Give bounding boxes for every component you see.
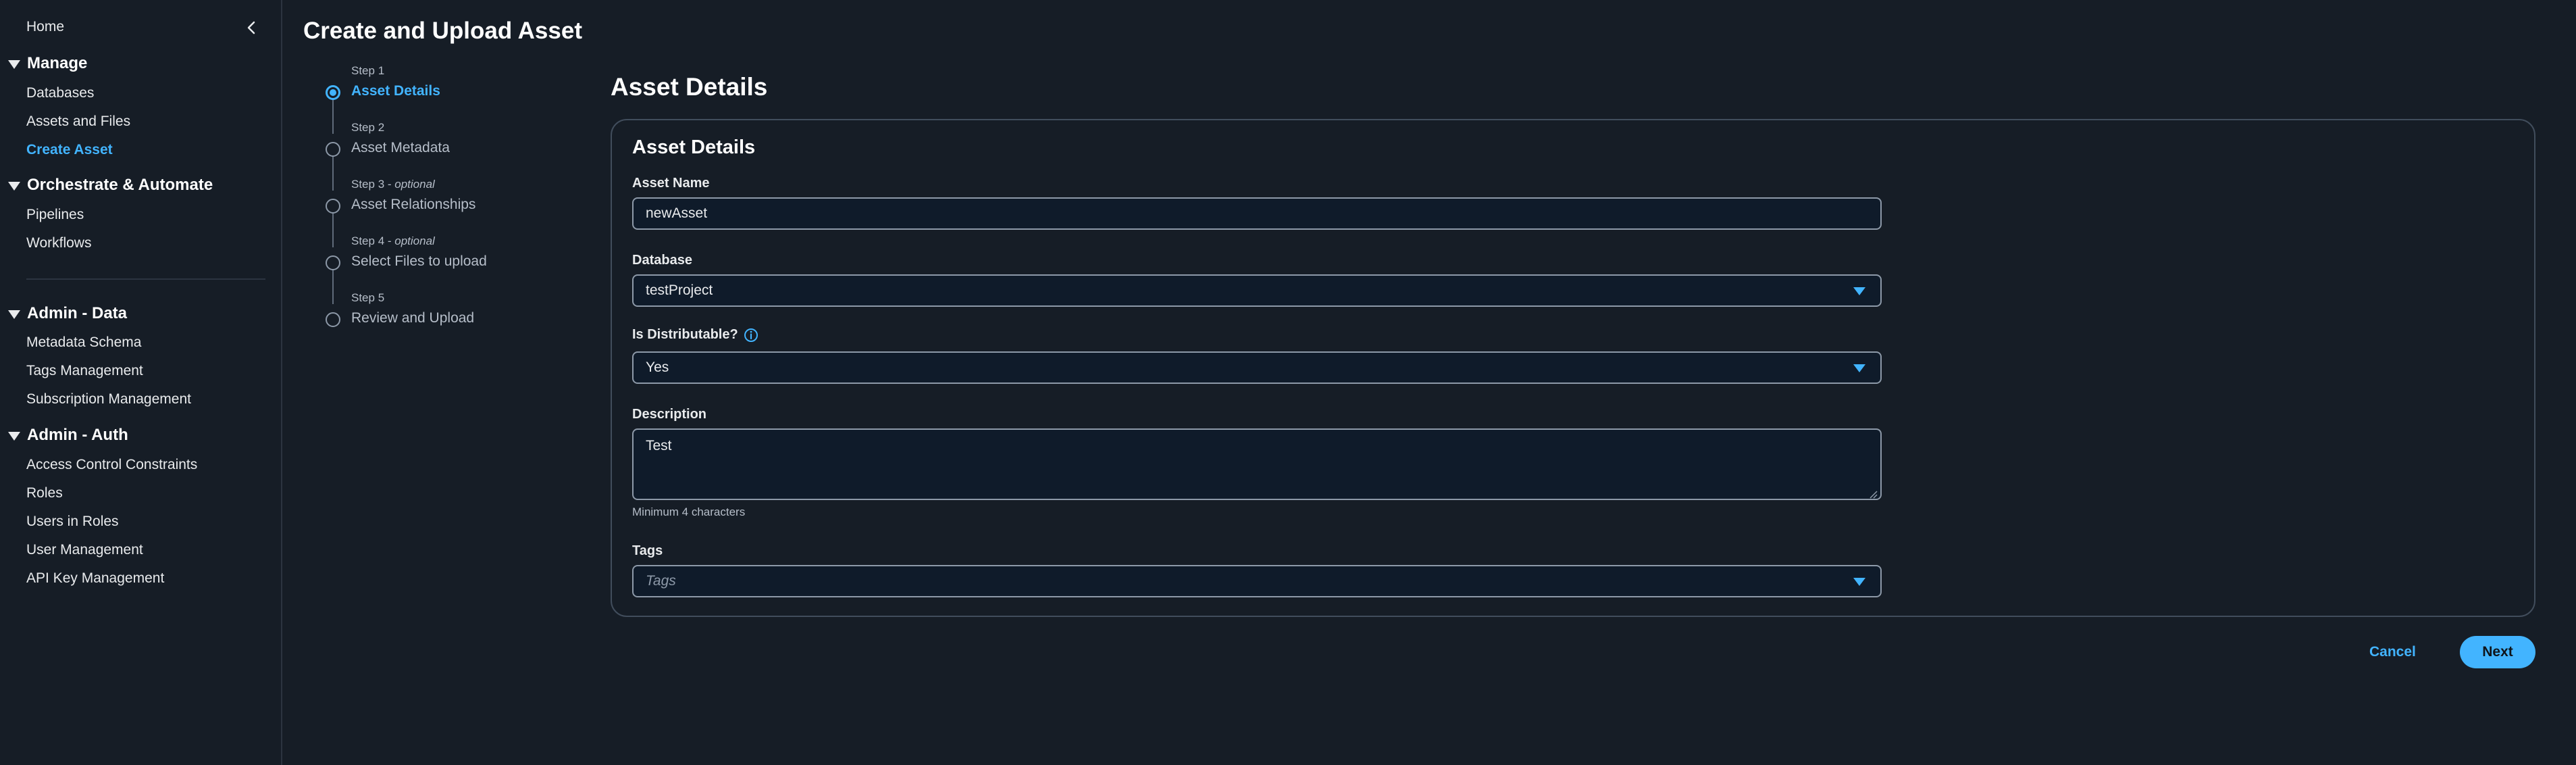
step-2-label[interactable]: Asset Metadata [351, 140, 450, 156]
next-button[interactable]: Next [2460, 636, 2535, 668]
sidebar-section-manage[interactable]: Manage [8, 54, 87, 73]
caret-down-icon [1853, 578, 1865, 586]
cancel-button[interactable]: Cancel [2356, 636, 2429, 668]
step-3-label[interactable]: Asset Relationships [351, 197, 475, 213]
step-4-label[interactable]: Select Files to upload [351, 253, 487, 270]
sidebar-section-label: Orchestrate & Automate [27, 176, 213, 194]
sidebar-item-assets-and-files[interactable]: Assets and Files [26, 114, 130, 130]
step-caption-separator: - [384, 235, 395, 247]
tags-select[interactable]: Tags [632, 565, 1882, 597]
description-hint: Minimum 4 characters [632, 505, 746, 518]
step-caption-text: Step 3 [351, 178, 385, 191]
step-caption-text: Step 5 [351, 291, 385, 304]
step-2-indicator [326, 142, 340, 157]
sidebar-section-label: Admin - Data [27, 304, 128, 322]
tags-placeholder: Tags [646, 573, 676, 589]
is-distributable-value: Yes [646, 360, 669, 375]
sidebar-item-workflows[interactable]: Workflows [26, 235, 91, 251]
asset-name-label: Asset Name [632, 176, 710, 191]
info-circle-icon[interactable] [744, 328, 758, 343]
caret-down-icon [1853, 287, 1865, 295]
caret-down-icon [8, 181, 20, 191]
description-textarea[interactable]: Test [632, 428, 1882, 500]
resize-handle-icon[interactable] [1868, 487, 1878, 499]
sidebar-item-pipelines[interactable]: Pipelines [26, 207, 84, 223]
step-4-indicator [326, 255, 340, 270]
sidebar-item-user-management[interactable]: User Management [26, 542, 143, 558]
caret-down-icon [8, 431, 20, 441]
sidebar-section-admin-data[interactable]: Admin - Data [8, 304, 127, 323]
description-value: Test [646, 438, 672, 453]
sidebar-home-link[interactable]: Home [26, 19, 64, 35]
is-distributable-label: Is Distributable? [632, 327, 758, 343]
database-value: testProject [646, 282, 713, 298]
sidebar-item-roles[interactable]: Roles [26, 485, 63, 501]
caret-down-icon [1853, 364, 1865, 372]
sidebar-item-api-key-management[interactable]: API Key Management [26, 570, 164, 587]
sidebar-item-metadata-schema[interactable]: Metadata Schema [26, 335, 141, 351]
step-5-label[interactable]: Review and Upload [351, 310, 474, 326]
caret-down-icon [8, 59, 20, 69]
database-label: Database [632, 253, 692, 268]
caret-down-icon [8, 310, 20, 319]
is-distributable-select[interactable]: Yes [632, 351, 1882, 384]
sidebar-item-access-control-constraints[interactable]: Access Control Constraints [26, 457, 197, 473]
step-caption-separator: - [384, 178, 395, 191]
sidebar-section-admin-auth[interactable]: Admin - Auth [8, 426, 128, 445]
card-title: Asset Details [632, 137, 756, 158]
step-5-caption: Step 5 [351, 291, 384, 305]
sidebar-divider [26, 278, 265, 280]
is-distributable-label-text: Is Distributable? [632, 327, 738, 342]
step-optional-tag: optional [394, 178, 435, 191]
sidebar-item-subscription-management[interactable]: Subscription Management [26, 391, 191, 408]
asset-name-input[interactable]: newAsset [632, 197, 1882, 230]
step-caption-text: Step 2 [351, 121, 385, 134]
step-3-caption: Step 3 - optional [351, 178, 435, 191]
asset-name-value: newAsset [646, 205, 708, 221]
step-3-indicator [326, 199, 340, 214]
asset-details-card: Asset Details Asset Name newAsset Databa… [611, 119, 2535, 617]
sidebar-section-label: Manage [27, 54, 88, 72]
step-4-caption: Step 4 - optional [351, 235, 435, 248]
sidebar-item-create-asset[interactable]: Create Asset [26, 142, 113, 158]
sidebar-item-tags-management[interactable]: Tags Management [26, 363, 143, 379]
sidebar-section-orchestrate[interactable]: Orchestrate & Automate [8, 176, 213, 195]
step-5-indicator [326, 312, 340, 327]
section-heading: Asset Details [611, 73, 768, 101]
step-1-caption: Step 1 [351, 64, 384, 78]
step-1-label[interactable]: Asset Details [351, 83, 440, 99]
step-caption-text: Step 4 [351, 235, 385, 247]
sidebar-section-label: Admin - Auth [27, 426, 128, 444]
step-caption-text: Step 1 [351, 64, 385, 77]
side-navigation: Home Manage Databases Assets and Files C… [0, 0, 282, 765]
page-title: Create and Upload Asset [303, 18, 582, 44]
chevron-left-icon[interactable] [242, 18, 262, 38]
step-1-indicator [326, 85, 340, 100]
tags-label: Tags [632, 543, 663, 558]
sidebar-item-users-in-roles[interactable]: Users in Roles [26, 514, 119, 530]
wizard-stepper: Step 1 Asset Details Step 2 Asset Metada… [317, 61, 574, 345]
sidebar-item-databases[interactable]: Databases [26, 85, 94, 101]
step-optional-tag: optional [394, 235, 435, 247]
step-2-caption: Step 2 [351, 121, 384, 134]
database-select[interactable]: testProject [632, 274, 1882, 307]
description-label: Description [632, 407, 707, 422]
